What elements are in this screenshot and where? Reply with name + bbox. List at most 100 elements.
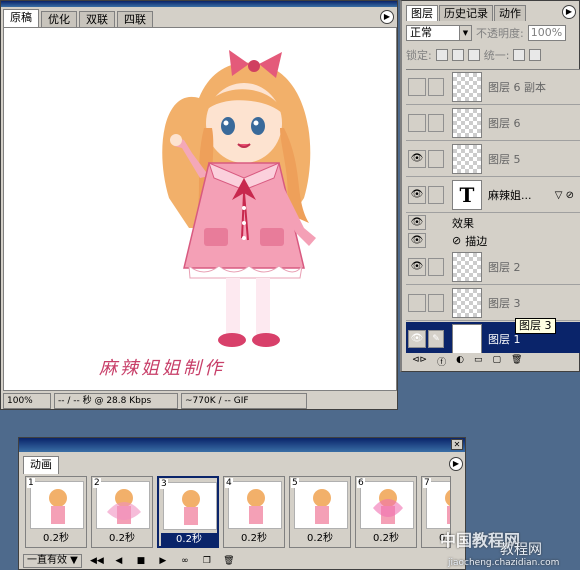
image-window-titlebar[interactable]	[1, 1, 397, 7]
animation-menu-icon[interactable]: ▶	[449, 457, 463, 471]
lock-transparency-icon[interactable]	[435, 49, 448, 61]
frame-thumb-selected[interactable]: 3 0.2秒	[157, 476, 219, 548]
layers-panel: 图层 历史记录 动作 ▶ 正常 ▼ 不透明度: 100% 锁定: 统一: 图层 …	[400, 0, 580, 372]
frame-number: 6	[357, 478, 365, 488]
previous-frame-icon[interactable]: ◀	[112, 555, 126, 567]
tab-original[interactable]: 原稿	[3, 9, 39, 27]
chevron-down-icon: ▼	[459, 26, 471, 40]
trash-icon[interactable]: 🗑	[511, 355, 522, 369]
layer-style-icon[interactable]: ⓕ	[437, 355, 446, 369]
frame-thumb[interactable]: 1 0.2秒	[25, 476, 87, 548]
link-layers-icon[interactable]: ⊲⊳	[412, 355, 427, 369]
tab-history[interactable]: 历史记录	[439, 5, 493, 21]
link-toggle[interactable]	[428, 78, 444, 96]
effects-icon[interactable]: ▽ ⊘	[555, 190, 574, 201]
link-toggle[interactable]	[428, 186, 444, 204]
frame-thumb[interactable]: 2 0.2秒	[91, 476, 153, 548]
new-set-icon[interactable]: ▭	[474, 355, 483, 369]
animation-titlebar[interactable]: ✕	[19, 438, 465, 452]
visibility-toggle[interactable]	[408, 78, 426, 96]
unify-label: 统一:	[483, 49, 510, 62]
brush-icon[interactable]: ✎	[428, 330, 444, 348]
adjustment-layer-icon[interactable]: ◐	[456, 355, 464, 369]
stop-icon[interactable]: ■	[134, 555, 148, 567]
layer-list: 图层 6 副本 图层 6 👁 图层 5 👁 T 麻辣姐... ▽ ⊘ 👁 效果 …	[406, 69, 580, 353]
zoom-level[interactable]: 100%	[3, 393, 51, 409]
effects-row[interactable]: 👁 效果	[406, 214, 580, 231]
frame-delay[interactable]: 0.2秒	[28, 532, 84, 546]
watermark-line3: jiaocheng.chazidian.com	[448, 558, 560, 568]
new-layer-icon[interactable]: ▢	[492, 355, 501, 369]
trash-icon[interactable]: 🗑	[222, 555, 236, 567]
frame-delay[interactable]: 0.2秒	[292, 532, 348, 546]
eye-icon[interactable]: 👁	[408, 150, 426, 168]
frame-thumb[interactable]: 5 0.2秒	[289, 476, 351, 548]
lock-all-icon[interactable]	[467, 49, 480, 61]
layer-row[interactable]: 图层 3	[406, 286, 580, 321]
link-toggle[interactable]	[428, 150, 444, 168]
first-frame-icon[interactable]: ◀◀	[90, 555, 104, 567]
view-tabs: 原稿 优化 双联 四联	[1, 9, 397, 27]
stroke-effect-row[interactable]: 👁 ⊘ 描边	[406, 232, 580, 249]
frame-image	[228, 481, 282, 529]
frame-image	[96, 481, 150, 529]
frame-image	[163, 482, 217, 530]
frame-delay[interactable]: 0.2秒	[94, 532, 150, 546]
layer-tooltip: 图层 3	[515, 318, 556, 334]
download-speed[interactable]: -- / -- 秒 @ 28.8 Kbps	[54, 393, 178, 409]
watermark: 中国教程网 教程网 jiaocheng.chazidian.com	[420, 525, 580, 570]
tab-actions[interactable]: 动作	[494, 5, 526, 21]
layer-name: 麻辣姐...	[488, 189, 532, 202]
layer-thumbnail	[452, 252, 482, 282]
animation-panel: ✕ 动画 ▶ 1 0.2秒 2 0.2秒 3 0.2秒 4 0.2秒 5 0.2…	[18, 437, 466, 570]
opacity-input[interactable]: 100%	[527, 25, 566, 41]
loop-select[interactable]: 一直有效 ▼	[23, 554, 82, 568]
eye-icon[interactable]: 👁	[408, 186, 426, 204]
frame-delay[interactable]: 0.2秒	[226, 532, 282, 546]
blend-mode-value: 正常	[410, 26, 432, 39]
frame-number: 1	[27, 478, 35, 488]
stroke-effect-icon: ⊘	[452, 234, 462, 247]
tab-animation[interactable]: 动画	[23, 456, 59, 474]
frame-delay[interactable]: 0.2秒	[358, 532, 414, 546]
file-size-format[interactable]: ~770K / -- GIF	[181, 393, 307, 409]
eye-icon[interactable]: 👁	[408, 233, 426, 248]
tween-icon[interactable]: ∞	[178, 555, 192, 567]
text-layer-row[interactable]: 👁 T 麻辣姐... ▽ ⊘	[406, 178, 580, 213]
layer-row[interactable]: 👁 图层 2	[406, 250, 580, 285]
link-toggle[interactable]	[428, 258, 444, 276]
frame-thumb[interactable]: 4 0.2秒	[223, 476, 285, 548]
lock-position-icon[interactable]	[451, 49, 464, 61]
duplicate-frame-icon[interactable]: ❐	[200, 555, 214, 567]
watermark-line2: 教程网	[500, 542, 542, 558]
layer-row[interactable]: 👁 图层 5	[406, 142, 580, 177]
layer-name: 图层 5	[488, 153, 521, 166]
link-toggle[interactable]	[428, 114, 444, 132]
unify-position-icon[interactable]	[513, 49, 526, 61]
eye-icon[interactable]: 👁	[408, 330, 426, 348]
optimize-menu-icon[interactable]: ▶	[380, 10, 394, 24]
frame-thumb[interactable]: 6 0.2秒	[355, 476, 417, 548]
layer-row[interactable]: 图层 6	[406, 106, 580, 141]
girl-illustration: 麻辣姐姐制作	[99, 50, 316, 379]
layer-thumbnail	[452, 108, 482, 138]
next-frame-icon[interactable]: ▶	[156, 555, 170, 567]
frame-delay[interactable]: 0.2秒	[161, 533, 217, 547]
close-icon[interactable]: ✕	[451, 439, 463, 450]
frame-image	[360, 481, 414, 529]
eye-icon[interactable]: 👁	[408, 215, 426, 230]
unify-visibility-icon[interactable]	[529, 49, 542, 61]
tab-optimized[interactable]: 优化	[41, 11, 77, 27]
layers-menu-icon[interactable]: ▶	[562, 5, 576, 19]
eye-icon[interactable]: 👁	[408, 258, 426, 276]
visibility-toggle[interactable]	[408, 294, 426, 312]
visibility-toggle[interactable]	[408, 114, 426, 132]
tab-layers[interactable]: 图层	[406, 5, 438, 21]
image-canvas[interactable]: 麻辣姐姐制作	[3, 27, 397, 391]
frame-number: 7	[423, 478, 431, 488]
tab-4up[interactable]: 四联	[117, 11, 153, 27]
blend-mode-select[interactable]: 正常 ▼	[406, 25, 472, 41]
link-toggle[interactable]	[428, 294, 444, 312]
tab-2up[interactable]: 双联	[79, 11, 115, 27]
layer-row[interactable]: 图层 6 副本	[406, 70, 580, 105]
